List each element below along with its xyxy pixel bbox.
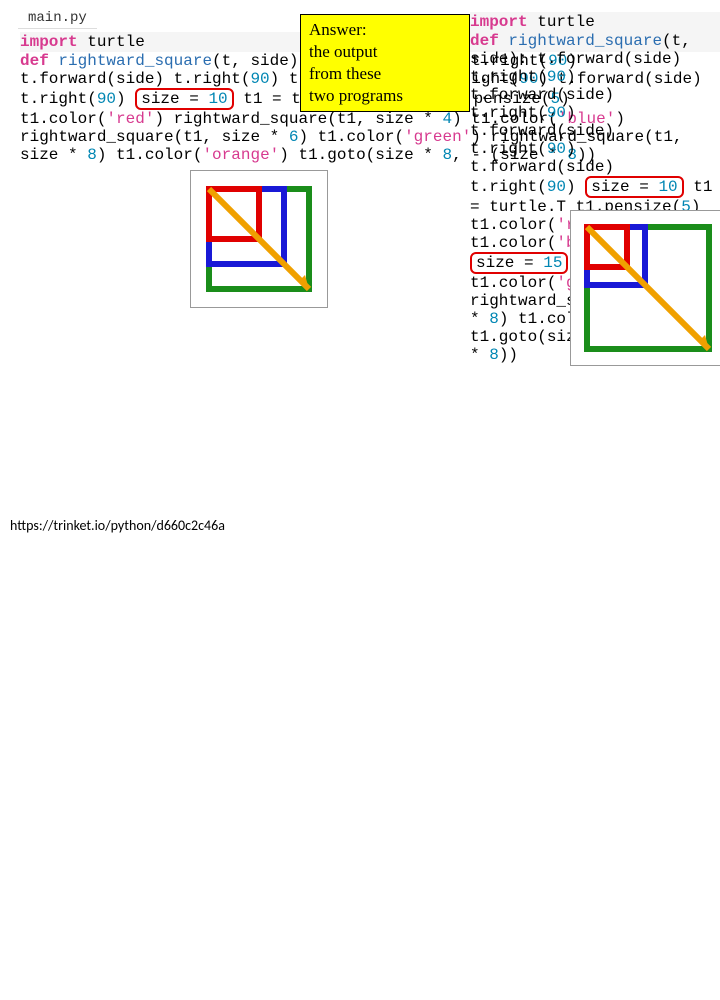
answer-line-4: two programs — [309, 85, 461, 107]
answer-line-2: the output — [309, 41, 461, 63]
turtle-output-right — [570, 210, 720, 366]
right-code-panel — [0, 500, 246, 1000]
size-highlight-right-1: size = 10 — [585, 176, 683, 198]
turtle-svg-right — [579, 219, 717, 357]
size-highlight-left: size = 10 — [135, 88, 233, 110]
answer-callout: Answer: the output from these two progra… — [300, 14, 470, 112]
answer-line-3: from these — [309, 63, 461, 85]
file-tab[interactable]: main.py — [18, 8, 97, 29]
turtle-svg-left — [199, 179, 319, 299]
turtle-output-left — [190, 170, 328, 308]
size-highlight-right-2: size = 15 — [470, 252, 568, 274]
answer-line-1: Answer: — [309, 19, 461, 41]
source-url: https://trinket.io/python/d660c2c46a — [10, 517, 225, 534]
